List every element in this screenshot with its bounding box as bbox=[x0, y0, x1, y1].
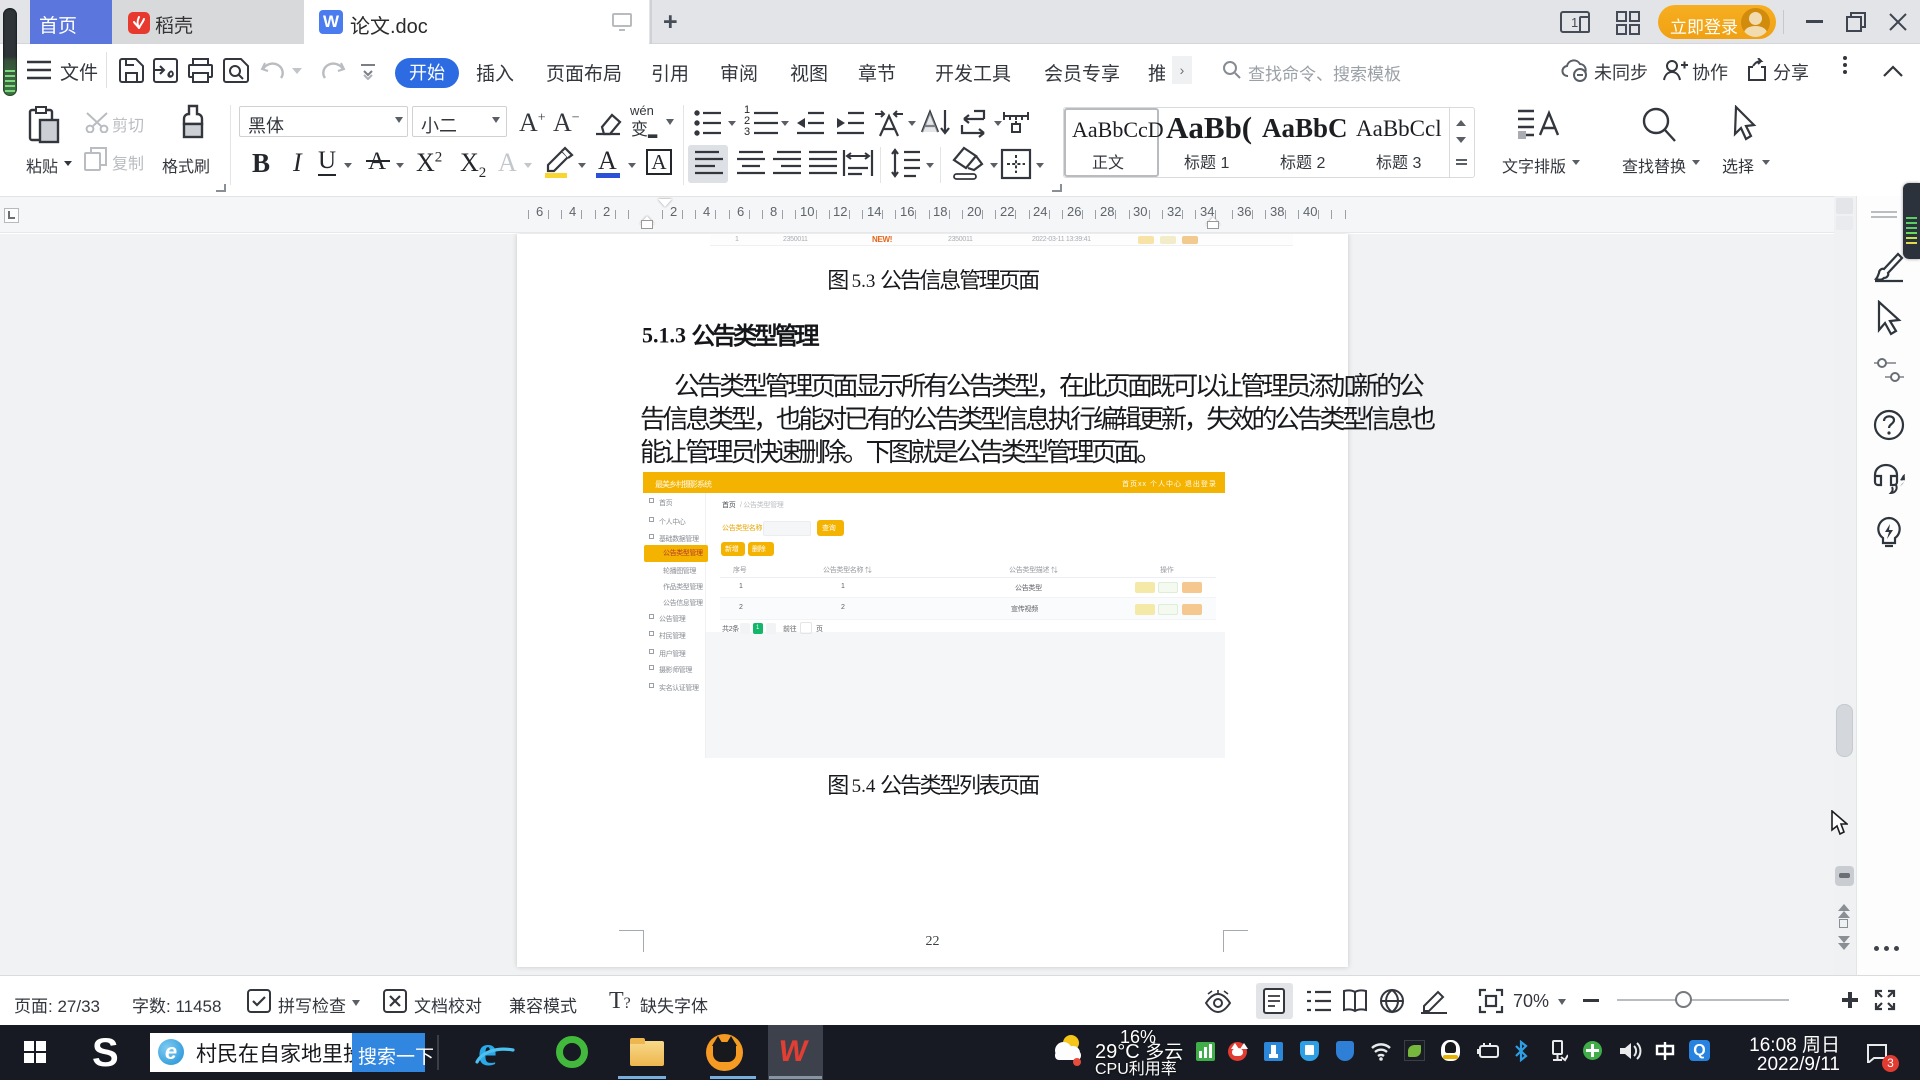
svg-text:1: 1 bbox=[1571, 15, 1578, 30]
